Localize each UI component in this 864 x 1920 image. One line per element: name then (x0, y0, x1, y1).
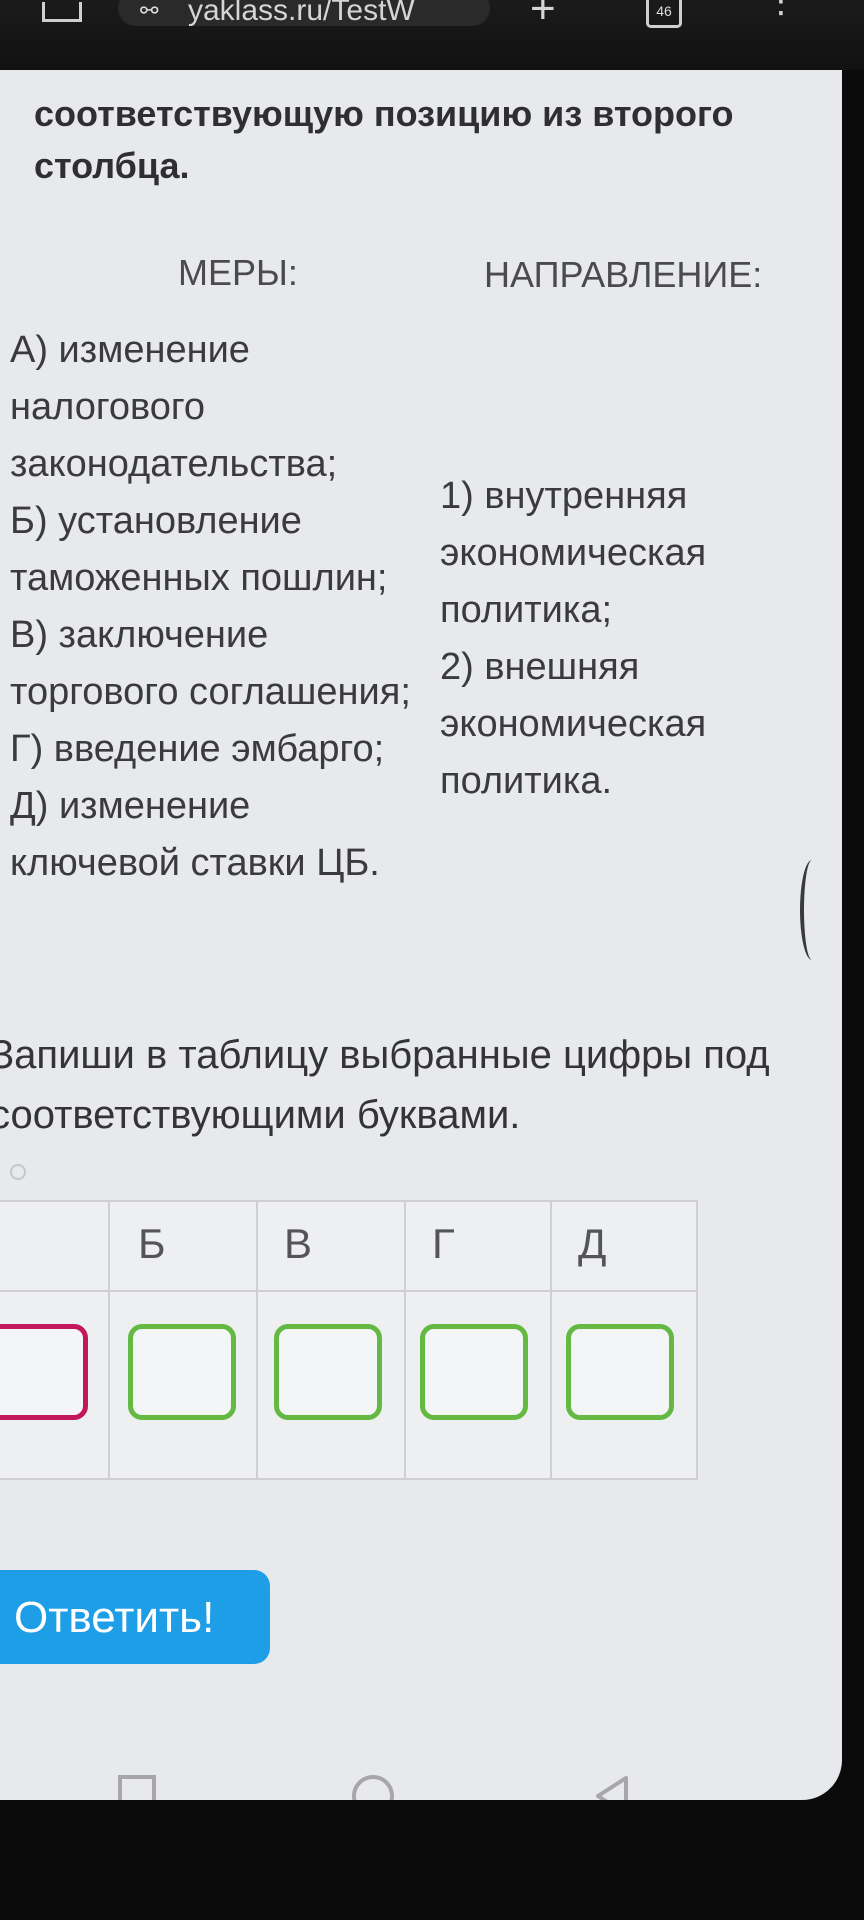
column-letter-v: В (284, 1220, 313, 1267)
site-settings-icon[interactable]: ⚯ (140, 0, 158, 24)
screen-scratch-decoration (800, 860, 824, 960)
page-content: соответствующую позицию из второго столб… (0, 70, 842, 1800)
browser-toolbar: ⚯ yaklass.ru/TestW + 46 ⋮ (0, 0, 864, 70)
new-tab-icon[interactable]: + (530, 0, 556, 34)
address-url[interactable]: yaklass.ru/TestW (188, 0, 415, 28)
column-letter-b: Б (138, 1220, 166, 1267)
progress-dot (10, 1164, 26, 1180)
direction-item: 2) внешняя экономическая политика. (440, 646, 707, 802)
measures-list: А) изменение налогового законодательства… (10, 322, 430, 892)
directions-list: 1) внутренняя экономическая политика; 2)… (440, 468, 820, 810)
measure-item: Б) установление таможенных пошлин; (10, 500, 388, 599)
directions-header: НАПРАВЛЕНИЕ: (484, 254, 763, 295)
task-intro: соответствующую позицию из второго столб… (34, 93, 734, 186)
table-divider (404, 1202, 406, 1478)
answer-input-b[interactable] (128, 1324, 236, 1420)
table-divider (256, 1202, 258, 1478)
direction-item: 1) внутренняя экономическая политика; (440, 475, 707, 631)
column-letter-g: Г (432, 1220, 455, 1267)
table-divider (108, 1202, 110, 1478)
task-instruction: Запиши в таблицу выбранные цифры под соо… (0, 1033, 770, 1137)
answer-input-g[interactable] (420, 1324, 528, 1420)
answer-input-v[interactable] (274, 1324, 382, 1420)
home-nav-icon[interactable] (352, 1775, 394, 1800)
back-icon[interactable] (592, 1774, 632, 1800)
tab-count-button[interactable]: 46 (646, 0, 682, 28)
submit-button[interactable]: Ответить! (0, 1570, 270, 1664)
measure-item: Д) изменение ключевой ставки ЦБ. (10, 785, 380, 884)
measures-header: МЕРЫ: (178, 252, 298, 293)
measure-item: Г) введение эмбарго; (10, 728, 385, 770)
measure-item: В) заключение торгового соглашения; (10, 614, 411, 713)
recent-apps-icon[interactable] (118, 1775, 156, 1800)
answer-table: А Б В Г Д (0, 1200, 698, 1480)
answer-input-a[interactable] (0, 1324, 88, 1420)
more-menu-icon[interactable]: ⋮ (764, 0, 798, 18)
answer-input-d[interactable] (566, 1324, 674, 1420)
column-letter-d: Д (578, 1220, 607, 1267)
table-divider (550, 1202, 552, 1478)
measure-item: А) изменение налогового законодательства… (10, 329, 338, 485)
home-icon[interactable] (42, 2, 82, 22)
